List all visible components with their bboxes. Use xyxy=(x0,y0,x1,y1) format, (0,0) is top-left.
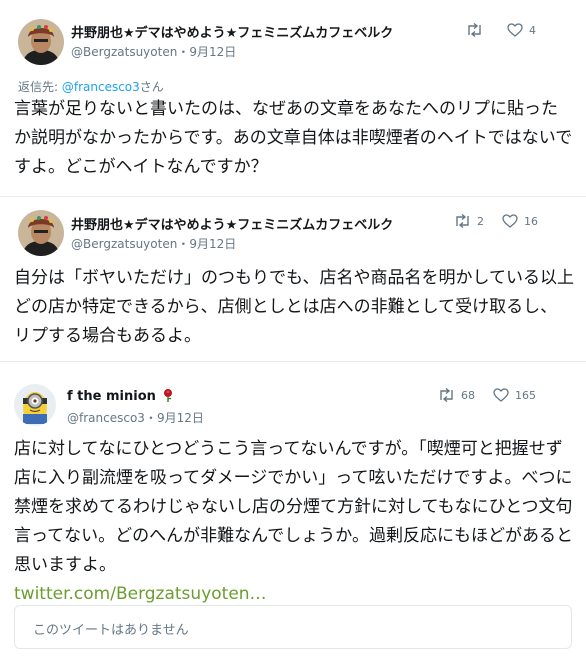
tweet-date[interactable]: 9月12日 xyxy=(189,45,236,59)
rose-icon xyxy=(164,389,173,402)
author-handle[interactable]: @Bergzatsuyoten xyxy=(71,237,177,251)
separator: ・ xyxy=(177,45,190,59)
retweet-button[interactable]: 2 xyxy=(454,214,484,228)
author-meta: @francesco3・9月12日 xyxy=(67,409,204,426)
retweet-count: 68 xyxy=(461,388,475,402)
retweet-button[interactable]: 68 xyxy=(438,388,475,402)
tweet-actions: 2 16 xyxy=(436,214,538,228)
heart-icon xyxy=(493,388,509,402)
like-count: 165 xyxy=(515,388,536,402)
like-button[interactable]: 4 xyxy=(507,23,536,37)
retweet-icon xyxy=(440,388,453,402)
retweet-icon xyxy=(456,214,469,228)
tweet-date[interactable]: 9月12日 xyxy=(157,411,204,425)
tweet-date[interactable]: 9月12日 xyxy=(189,237,236,251)
reply-to-label: 返信先: xyxy=(18,80,62,94)
retweet-icon xyxy=(468,23,481,37)
separator: ・ xyxy=(144,411,157,425)
author-name[interactable]: 井野朋也★デマはやめよう★フェミニズムカフェベルク xyxy=(71,22,393,41)
like-count: 4 xyxy=(529,23,536,37)
heart-icon xyxy=(502,214,518,228)
heart-icon xyxy=(507,23,523,37)
retweet-count: 2 xyxy=(477,214,484,228)
author-meta: @Bergzatsuyoten・9月12日 xyxy=(71,235,236,252)
like-count: 16 xyxy=(524,214,538,228)
tweet-actions: 4 xyxy=(448,23,536,37)
tweet-text-block: 店に対してなにひとつどうこう言ってないんですが。「喫煙可と把握せず店に入り副流煙… xyxy=(14,435,574,609)
reply-to-handle[interactable]: @francesco3 xyxy=(62,80,140,94)
avatar[interactable] xyxy=(18,210,64,256)
tweet-actions: 68 165 xyxy=(420,388,536,402)
tweet-link[interactable]: twitter.com/Bergzatsuyoten… xyxy=(14,584,267,604)
author-meta: @Bergzatsuyoten・9月12日 xyxy=(71,43,236,60)
author-handle[interactable]: @francesco3 xyxy=(67,411,145,425)
author-handle[interactable]: @Bergzatsuyoten xyxy=(71,45,177,59)
reply-to: 返信先: @francesco3さん xyxy=(18,78,164,95)
avatar[interactable] xyxy=(18,19,64,65)
tweet-text: 言葉が足りないと書いたのは、なぜあの文章をあなたへのリプに貼ったか説明がなかった… xyxy=(14,99,573,177)
author-name[interactable]: 井野朋也★デマはやめよう★フェミニズムカフェベルク xyxy=(71,214,393,233)
tweet-text: 自分は「ボヤいただけ」のつもりでも、店名や商品名を明かしている以上どの店か特定で… xyxy=(14,268,574,346)
quoted-tweet-unavailable[interactable]: このツイートはありません xyxy=(14,605,572,649)
tweet-2: 井野朋也★デマはやめよう★フェミニズムカフェベルク @Bergzatsuyote… xyxy=(0,196,586,361)
tweet-text: 店に対してなにひとつどうこう言ってないんですが。「喫煙可と把握せず店に入り副流煙… xyxy=(14,439,573,575)
author-name-text[interactable]: f the minion xyxy=(67,389,156,404)
quote-unavailable-text: このツイートはありません xyxy=(33,623,189,638)
avatar[interactable] xyxy=(14,384,56,426)
separator: ・ xyxy=(177,237,190,251)
tweet-1: 井野朋也★デマはやめよう★フェミニズムカフェベルク @Bergzatsuyote… xyxy=(0,0,586,196)
author-name: f the minion xyxy=(67,388,174,404)
retweet-button[interactable] xyxy=(466,23,489,37)
reply-to-suffix: さん xyxy=(139,80,164,94)
like-button[interactable]: 165 xyxy=(493,388,536,402)
like-button[interactable]: 16 xyxy=(502,214,538,228)
